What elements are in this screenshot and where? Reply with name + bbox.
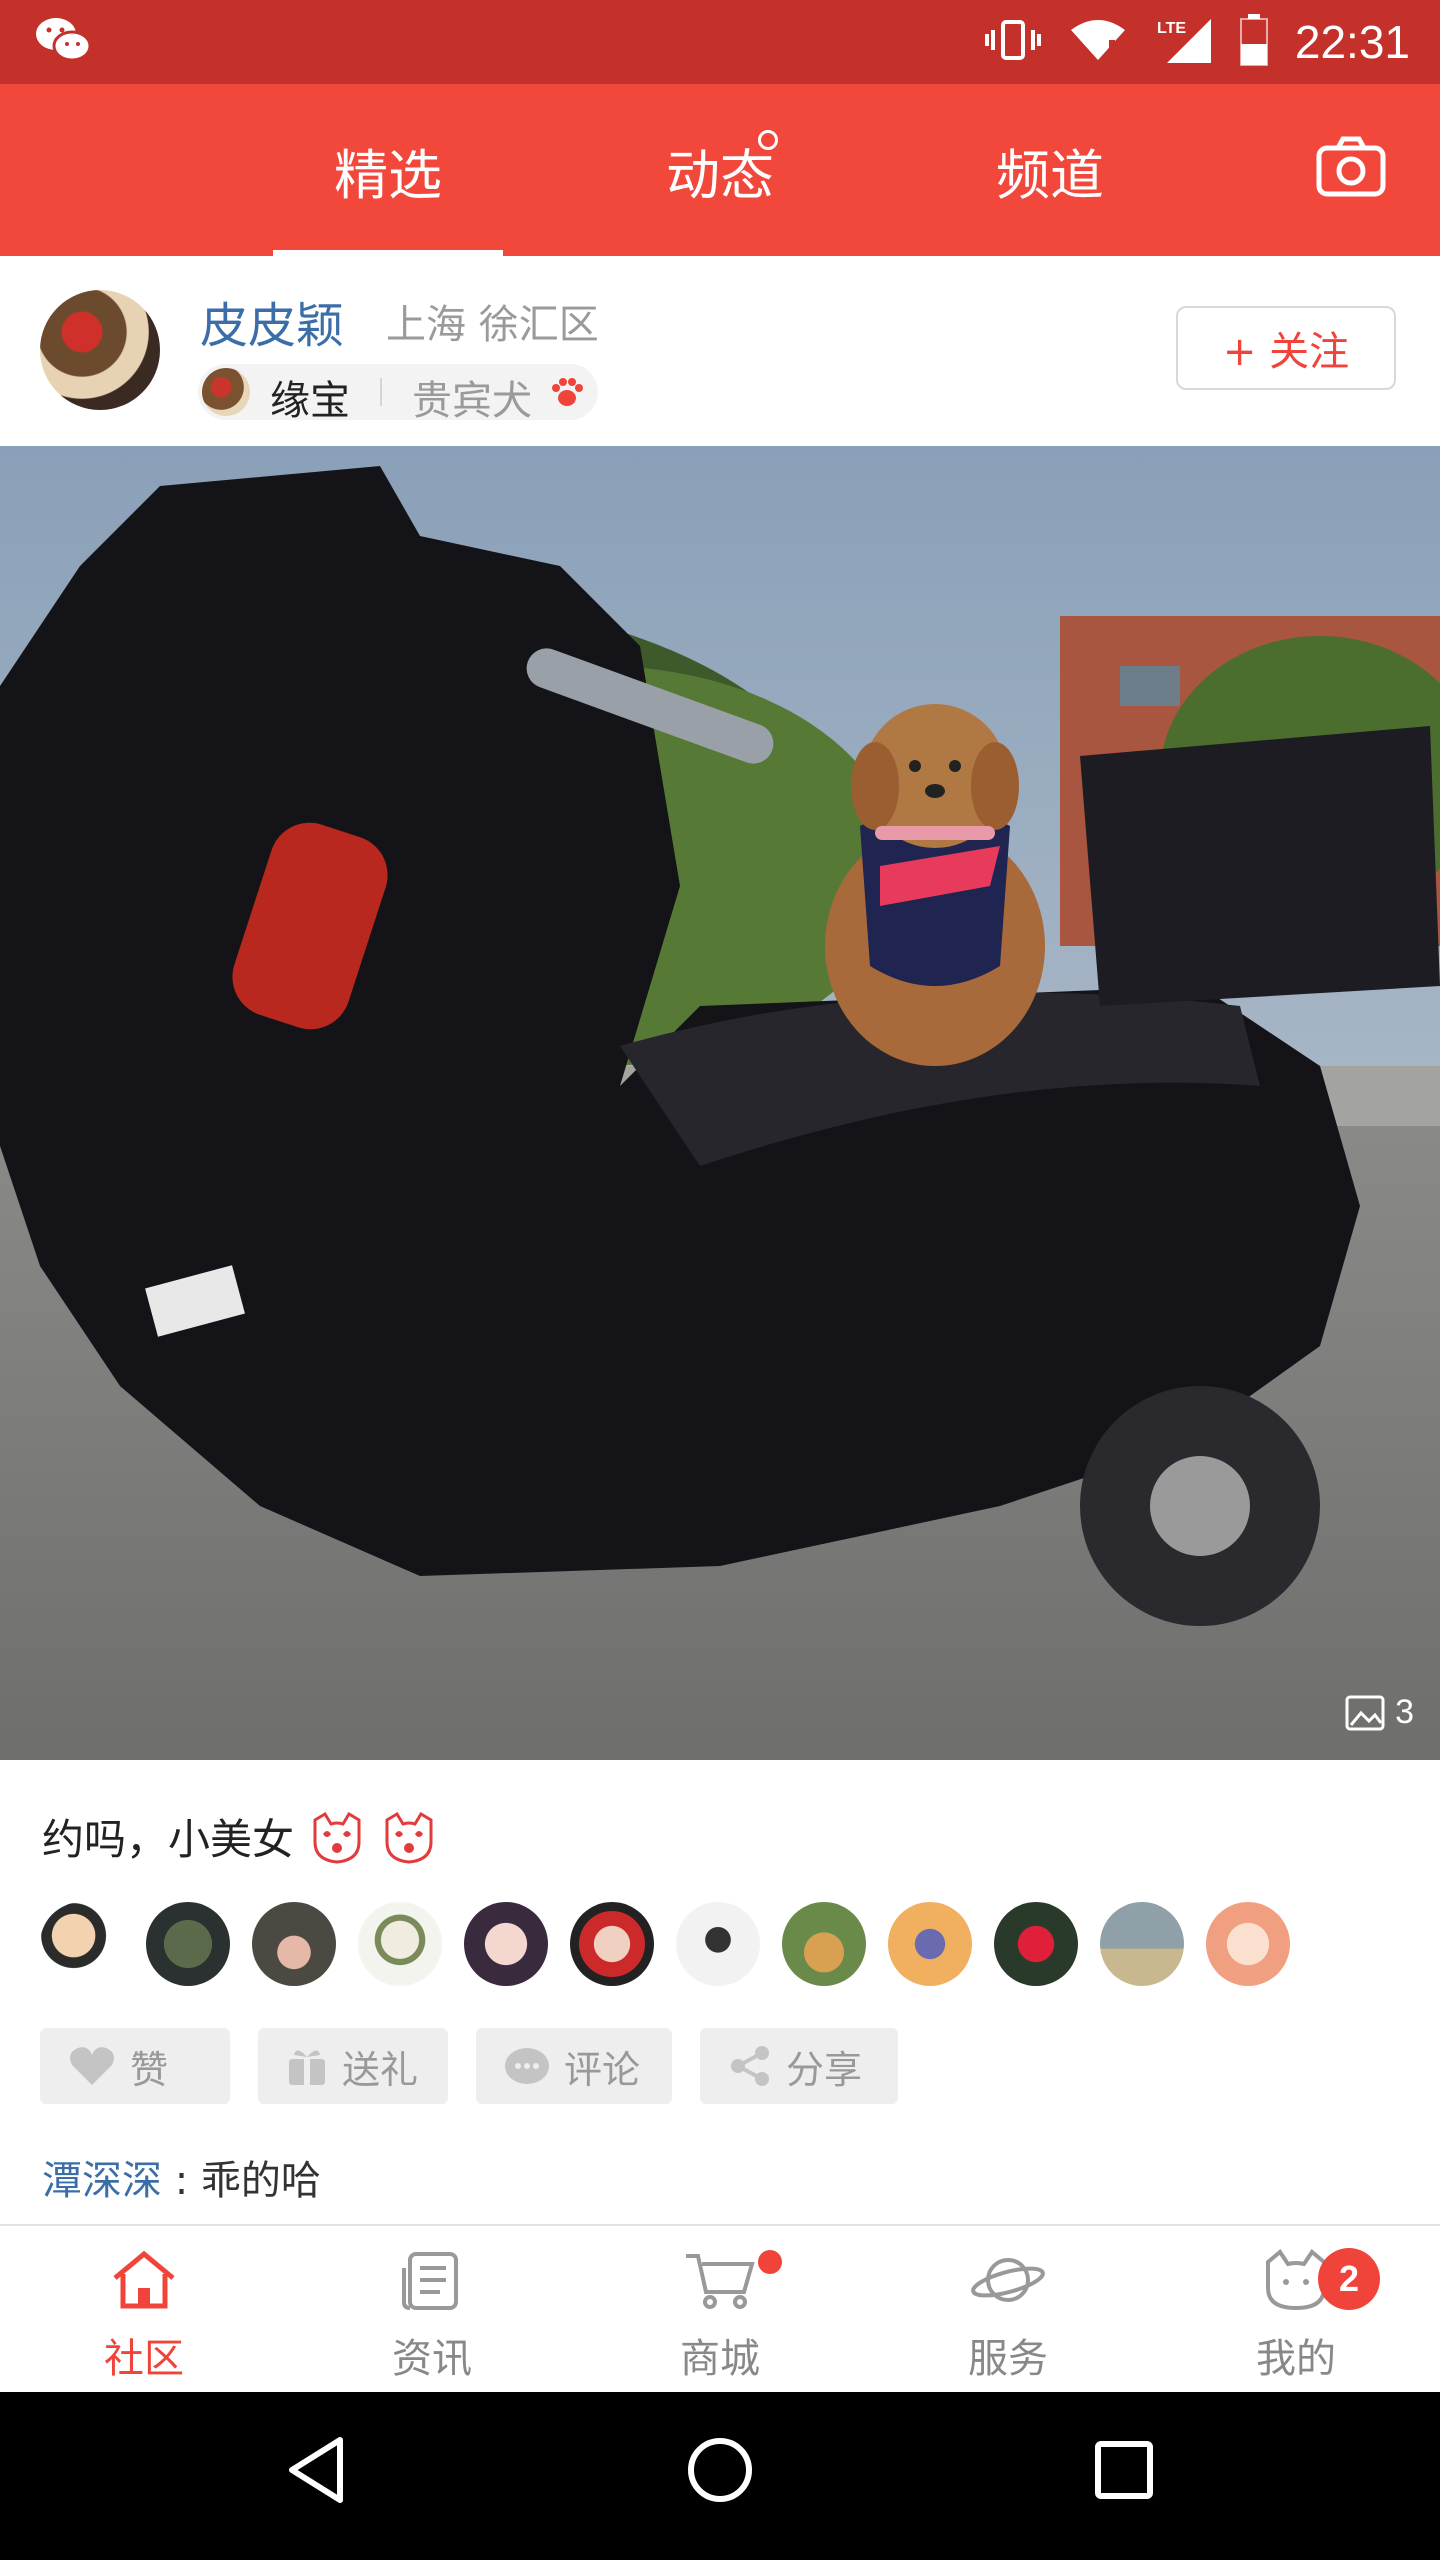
svg-text:LTE: LTE xyxy=(1157,20,1186,37)
nav-community-label: 社区 xyxy=(104,2336,184,2382)
wechat-icon xyxy=(34,14,94,70)
vibrate-icon xyxy=(983,18,1043,66)
cart-icon xyxy=(684,2248,756,2316)
top-tab-bar: 精选 动态 频道 xyxy=(0,84,1440,256)
planet-icon xyxy=(970,2248,1046,2316)
liker-avatar[interactable] xyxy=(782,1902,866,1986)
liker-avatar[interactable] xyxy=(1100,1902,1184,1986)
liker-avatar[interactable] xyxy=(994,1902,1078,1986)
camera-icon[interactable] xyxy=(1316,136,1386,202)
bottom-nav: 社区 资讯 商城 服务 我的 2 xyxy=(0,2224,1440,2394)
liker-avatar[interactable] xyxy=(358,1902,442,1986)
nav-mall[interactable]: 商城 xyxy=(576,2226,864,2394)
share-icon xyxy=(731,2046,769,2086)
comment-author[interactable]: 潭深深 xyxy=(42,2158,162,2204)
heart-eyes-cat-icon xyxy=(309,1811,365,1874)
news-icon xyxy=(400,2248,464,2316)
nav-mine-label: 我的 xyxy=(1256,2336,1336,2382)
tab-channels[interactable]: 频道 xyxy=(935,84,1165,256)
comment-text: 乖的哈 xyxy=(200,2158,321,2204)
home-circle-icon[interactable] xyxy=(686,2436,754,2508)
post-photo[interactable]: 3 xyxy=(0,446,1440,1760)
mall-notification-dot xyxy=(758,2250,782,2274)
comment-button[interactable]: 评论 xyxy=(476,2028,672,2104)
liker-avatar[interactable] xyxy=(888,1902,972,1986)
nav-mine[interactable]: 我的 xyxy=(1152,2226,1440,2394)
image-count: 3 xyxy=(1345,1693,1414,1732)
recents-icon[interactable] xyxy=(1094,2440,1154,2504)
tab-moments[interactable]: 动态 xyxy=(605,84,835,256)
gift-button[interactable]: 送礼 xyxy=(258,2028,448,2104)
nav-mall-label: 商城 xyxy=(680,2336,760,2382)
wifi-icon xyxy=(1069,18,1127,66)
comment-icon xyxy=(505,2048,549,2084)
back-icon[interactable] xyxy=(286,2436,346,2508)
heart-icon xyxy=(70,2047,114,2085)
nav-news[interactable]: 资讯 xyxy=(288,2226,576,2394)
comment-separator: : xyxy=(162,2158,201,2204)
signal-icon: LTE xyxy=(1153,15,1213,69)
tab-featured[interactable]: 精选 xyxy=(273,84,503,256)
heart-eyes-cat-icon xyxy=(381,1811,437,1874)
liker-avatar[interactable] xyxy=(252,1902,336,1986)
post-header: 皮皮颖 上海 徐汇区 缘宝 贵宾犬 + 关注 xyxy=(0,256,1440,446)
share-label: 分享 xyxy=(786,2047,863,2092)
clock: 22:31 xyxy=(1294,16,1410,68)
pet-name: 缘宝 xyxy=(270,378,350,424)
liker-avatar[interactable] xyxy=(570,1902,654,1986)
liker-avatar[interactable] xyxy=(676,1902,760,1986)
share-button[interactable]: 分享 xyxy=(700,2028,898,2104)
liker-avatar[interactable] xyxy=(1206,1902,1290,1986)
liker-avatar[interactable] xyxy=(40,1902,124,1986)
username[interactable]: 皮皮颖 xyxy=(200,286,344,356)
liker-avatar[interactable] xyxy=(464,1902,548,1986)
home-icon xyxy=(109,2248,179,2316)
image-count-number: 3 xyxy=(1395,1693,1414,1731)
comment-label: 评论 xyxy=(564,2047,641,2092)
battery-icon xyxy=(1239,14,1269,70)
gallery-icon xyxy=(1345,1695,1385,1731)
pet-chip[interactable]: 缘宝 贵宾犬 xyxy=(198,364,598,424)
paw-icon xyxy=(550,376,584,412)
nav-news-label: 资讯 xyxy=(392,2336,472,2382)
pet-avatar xyxy=(202,368,250,416)
gift-icon xyxy=(289,2050,325,2085)
nav-service[interactable]: 服务 xyxy=(864,2226,1152,2394)
divider xyxy=(380,378,382,406)
liker-avatar[interactable] xyxy=(146,1902,230,1986)
caption-text: 约吗，小美女 xyxy=(42,1815,295,1864)
location: 上海 徐汇区 xyxy=(386,302,599,348)
pet-breed: 贵宾犬 xyxy=(412,378,532,424)
moments-dot xyxy=(758,130,778,150)
like-button[interactable]: 赞 xyxy=(40,2028,230,2104)
follow-button[interactable]: + 关注 xyxy=(1176,306,1396,390)
nav-community[interactable]: 社区 xyxy=(0,2226,288,2394)
notification-badge: 2 xyxy=(1318,2248,1380,2310)
like-label: 赞 xyxy=(130,2047,169,2092)
system-nav-bar xyxy=(0,2392,1440,2560)
comment: 潭深深 : 乖的哈 xyxy=(42,2148,321,2206)
gift-label: 送礼 xyxy=(342,2047,419,2092)
post-caption: 约吗，小美女 xyxy=(42,1806,437,1874)
nav-service-label: 服务 xyxy=(968,2336,1048,2382)
user-avatar[interactable] xyxy=(40,290,160,410)
status-bar: LTE 22:31 xyxy=(0,0,1440,84)
